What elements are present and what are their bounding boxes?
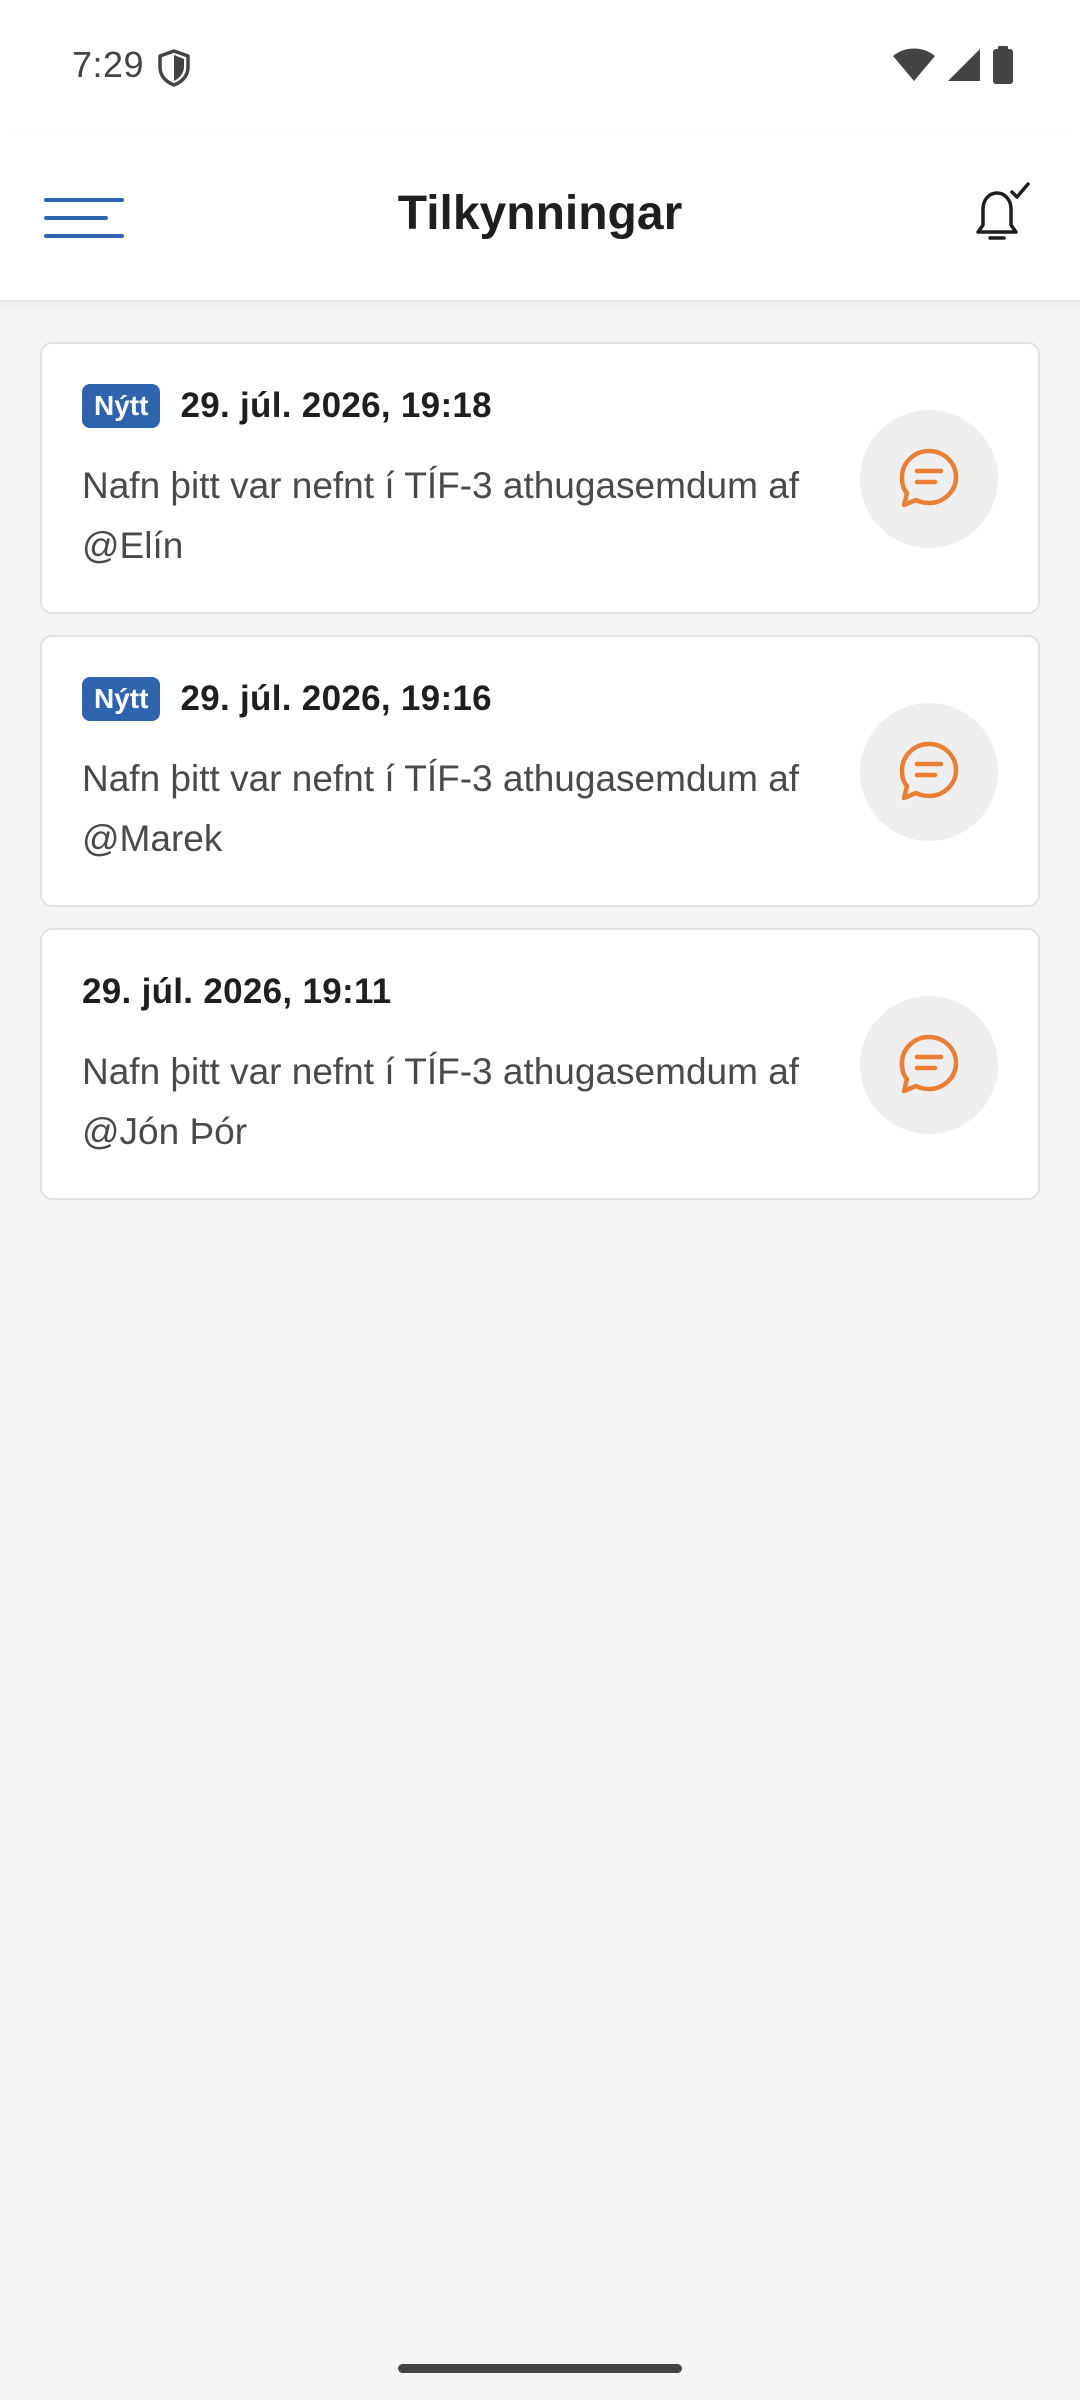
comment-icon — [860, 703, 998, 841]
notification-text: Nafn þitt var nefnt í TÍF-3 athugasemdum… — [82, 465, 820, 566]
new-badge: Nýtt — [82, 384, 161, 428]
status-time: 7:29 — [72, 44, 145, 85]
shield-icon — [156, 48, 192, 88]
gesture-nav-bar[interactable] — [398, 2364, 682, 2373]
comment-icon — [860, 410, 998, 548]
battery-icon — [992, 46, 1014, 89]
bell-check-button[interactable] — [968, 180, 1032, 248]
notification-card[interactable]: 29. júl. 2026, 19:11 Nafn þitt var nefnt… — [40, 928, 1040, 1200]
status-bar: 7:29 — [0, 0, 1080, 130]
notification-header: 29. júl. 2026, 19:11 — [82, 970, 392, 1014]
notification-list: Nýtt 29. júl. 2026, 19:18 Nafn þitt var … — [40, 342, 1040, 1221]
notification-card[interactable]: Nýtt 29. júl. 2026, 19:18 Nafn þitt var … — [40, 342, 1040, 614]
notification-text: Nafn þitt var nefnt í TÍF-3 athugasemdum… — [82, 758, 820, 859]
wifi-icon — [892, 47, 936, 88]
notification-date: 29. júl. 2026, 19:11 — [82, 972, 392, 1011]
notification-header: Nýtt 29. júl. 2026, 19:16 — [82, 677, 492, 721]
notification-header: Nýtt 29. júl. 2026, 19:18 — [82, 384, 492, 428]
notification-text: Nafn þitt var nefnt í TÍF-3 athugasemdum… — [82, 1051, 820, 1152]
status-icons — [892, 46, 1014, 89]
app-bar: Tilkynningar — [0, 130, 1080, 301]
bell-check-icon — [968, 182, 1032, 252]
new-badge: Nýtt — [82, 677, 161, 721]
page-title: Tilkynningar — [397, 187, 683, 240]
notification-date: 29. júl. 2026, 19:16 — [180, 679, 492, 718]
comment-icon — [860, 996, 998, 1134]
notification-date: 29. júl. 2026, 19:18 — [180, 386, 492, 425]
cellular-icon — [946, 47, 982, 88]
notification-card[interactable]: Nýtt 29. júl. 2026, 19:16 Nafn þitt var … — [40, 635, 1040, 907]
